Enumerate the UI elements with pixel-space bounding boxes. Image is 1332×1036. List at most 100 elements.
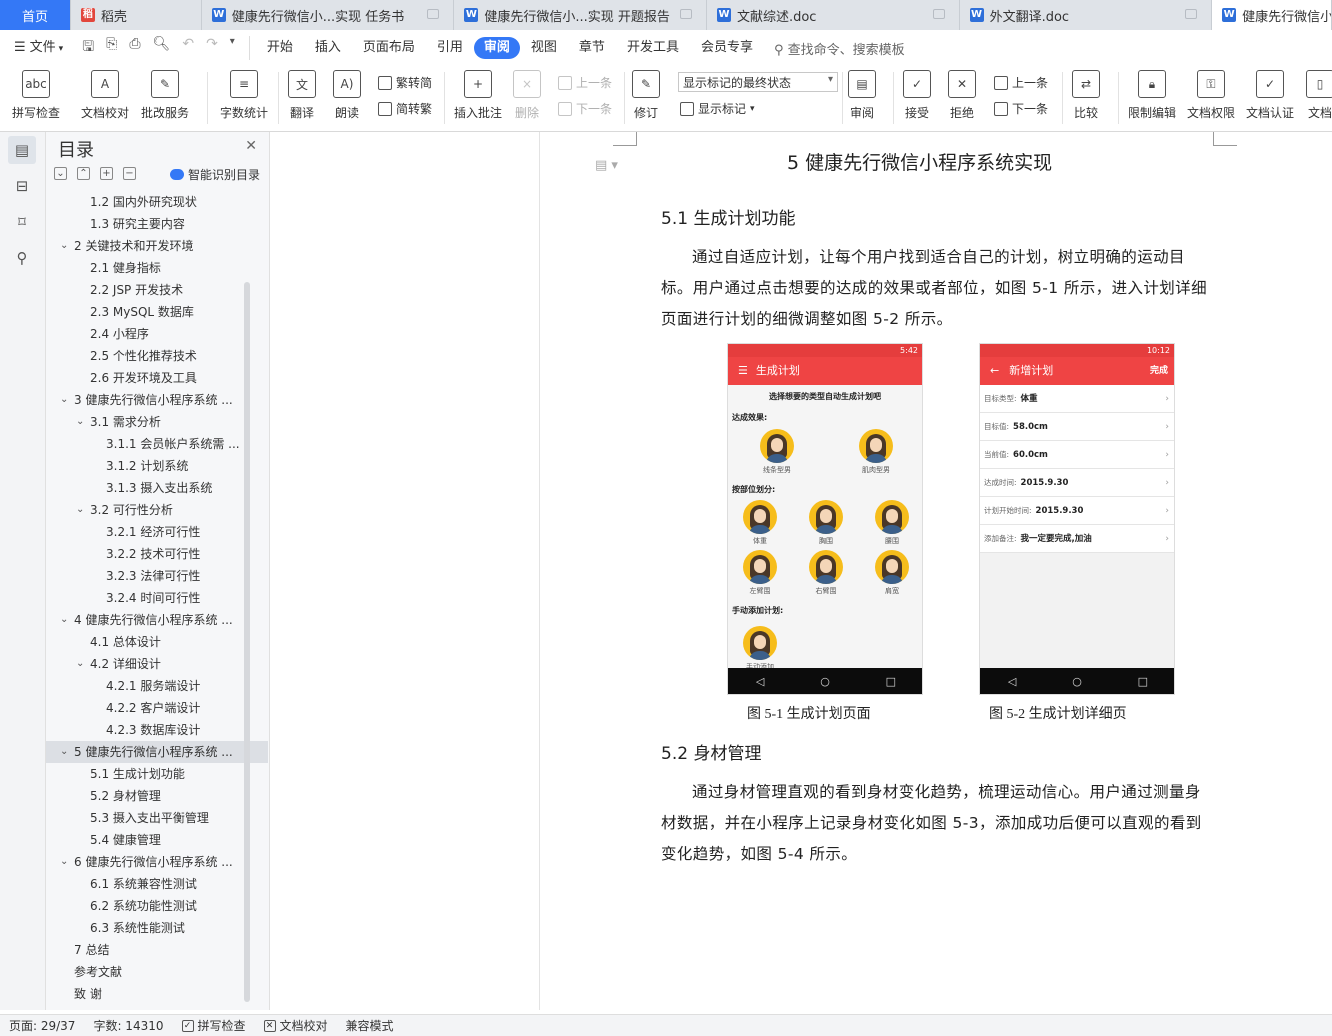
bookmark-icon[interactable]: ⌑: [8, 208, 36, 236]
document-canvas[interactable]: ▤ ▾ 5 健康先行微信小程序系统实现 5.1 生成计划功能 通过自适应计划，让…: [541, 132, 1332, 1010]
toc-item[interactable]: ⌄ 3.1 需求分析: [46, 411, 268, 433]
toc-item[interactable]: ⌄ 5 健康先行微信小程序系统 ...: [46, 741, 268, 763]
tab-doc-task[interactable]: W 健康先行微信小...实现 任务书: [202, 0, 455, 30]
toc-item[interactable]: ⌄ 4.2 详细设计: [46, 653, 268, 675]
markup-state-select[interactable]: 显示标记的最终状态: [678, 72, 838, 92]
remove-heading-icon[interactable]: −: [123, 167, 136, 180]
chevron-down-icon[interactable]: ⌄: [76, 499, 84, 521]
toc-item[interactable]: 6.3 系统性能测试: [46, 917, 268, 939]
toc-item[interactable]: 致 谢: [46, 983, 268, 1005]
compare-button[interactable]: ⇄ 比较: [1072, 70, 1100, 121]
track-changes-button[interactable]: ✎ 修订: [632, 70, 660, 121]
menu-references[interactable]: 引用: [426, 37, 474, 59]
word-count-indicator[interactable]: 字数: 14310: [84, 1017, 172, 1034]
toc-item[interactable]: 3.1.1 会员帐户系统需 ...: [46, 433, 268, 455]
collapse-all-icon[interactable]: ⌄: [54, 167, 67, 180]
export-icon[interactable]: ⎘: [106, 36, 117, 60]
toc-item[interactable]: 5.3 摄入支出平衡管理: [46, 807, 268, 829]
prev-comment-button[interactable]: 上一条: [558, 74, 612, 91]
toc-item[interactable]: 3.2.1 经济可行性: [46, 521, 268, 543]
prev-change-button[interactable]: 上一条: [994, 74, 1048, 91]
menu-view[interactable]: 视图: [520, 37, 568, 59]
toc-item[interactable]: ⌄ 6 健康先行微信小程序系统 ...: [46, 851, 268, 873]
menu-review[interactable]: 审阅: [473, 37, 520, 59]
simp-to-trad-button[interactable]: 简转繁: [378, 100, 432, 117]
toc-item[interactable]: 5.1 生成计划功能: [46, 763, 268, 785]
menu-chapter[interactable]: 章节: [568, 37, 616, 59]
toc-item[interactable]: ⌄ 3 健康先行微信小程序系统 ...: [46, 389, 268, 411]
delete-comment-button[interactable]: × 删除: [513, 70, 541, 121]
menu-member[interactable]: 会员专享: [690, 37, 764, 59]
next-comment-button[interactable]: 下一条: [558, 100, 612, 117]
menu-insert[interactable]: 插入: [304, 37, 352, 59]
chevron-down-icon[interactable]: ⌄: [60, 235, 68, 257]
toc-nav-icon[interactable]: ▤: [8, 136, 36, 164]
toc-item[interactable]: 4.2.1 服务端设计: [46, 675, 268, 697]
toc-item[interactable]: 3.2.2 技术可行性: [46, 543, 268, 565]
chevron-down-icon[interactable]: ⌄: [60, 851, 68, 873]
tab-doc-review[interactable]: W 文献综述.doc: [707, 0, 960, 30]
toc-item[interactable]: 2.5 个性化推荐技术: [46, 345, 268, 367]
chevron-down-icon[interactable]: ⌄: [60, 609, 68, 631]
toc-item[interactable]: 2.1 健身指标: [46, 257, 268, 279]
toc-item[interactable]: 5.4 健康管理: [46, 829, 268, 851]
toc-item[interactable]: 2.3 MySQL 数据库: [46, 301, 268, 323]
undo-icon[interactable]: ↶: [182, 36, 194, 60]
toc-item[interactable]: ⌄ 4 健康先行微信小程序系统 ...: [46, 609, 268, 631]
accept-button[interactable]: ✓ 接受: [903, 70, 931, 121]
search-icon[interactable]: ⚲: [8, 244, 36, 272]
redo-icon[interactable]: ↷: [206, 36, 218, 60]
chevron-down-icon[interactable]: ⌄: [60, 741, 68, 763]
spell-check-toggle[interactable]: ✓ 拼写检查: [173, 1017, 255, 1034]
toc-item[interactable]: 1.3 研究主要内容: [46, 213, 268, 235]
translate-button[interactable]: 文翻译: [288, 70, 316, 121]
proofread-toggle[interactable]: ✕ 文档校对: [255, 1017, 337, 1034]
toc-item[interactable]: 2.6 开发环境及工具: [46, 367, 268, 389]
tab-doc-translation[interactable]: W 外文翻译.doc: [960, 0, 1213, 30]
customize-icon[interactable]: ▾: [230, 36, 235, 60]
save-icon[interactable]: 🖫: [82, 36, 94, 60]
close-icon[interactable]: ✕: [245, 138, 257, 154]
tab-home[interactable]: 首页: [0, 0, 71, 30]
tab-window-icon[interactable]: [1185, 9, 1198, 19]
doc-permission-button[interactable]: ⚿ 文档权限: [1187, 70, 1235, 121]
command-search[interactable]: ⚲ 查找命令、搜索模板: [764, 39, 905, 58]
file-menu[interactable]: ☰ 文件 ▾: [0, 37, 74, 59]
toc-item[interactable]: 2.2 JSP 开发技术: [46, 279, 268, 301]
toc-scrollbar[interactable]: [244, 282, 250, 1002]
tab-window-icon[interactable]: [932, 9, 945, 19]
chevron-down-icon[interactable]: ⌄: [60, 389, 68, 411]
toc-item[interactable]: 4.2.3 数据库设计: [46, 719, 268, 741]
review-pane-button[interactable]: ▤ 审阅: [848, 70, 876, 121]
trad-to-simp-button[interactable]: 繁转简: [378, 74, 432, 91]
menu-start[interactable]: 开始: [256, 37, 304, 59]
doc-proofread-button[interactable]: A 文档校对: [81, 70, 129, 121]
toc-item[interactable]: 3.1.3 摄入支出系统: [46, 477, 268, 499]
insert-comment-button[interactable]: + 插入批注: [454, 70, 502, 121]
menu-page-layout[interactable]: 页面布局: [352, 37, 426, 59]
toc-item[interactable]: 7 总结: [46, 939, 268, 961]
spell-check-button[interactable]: abc 拼写检查: [12, 70, 60, 121]
doc-certify-button[interactable]: ✓ 文档认证: [1246, 70, 1294, 121]
toc-item[interactable]: 3.1.2 计划系统: [46, 455, 268, 477]
reject-button[interactable]: ✕ 拒绝: [948, 70, 976, 121]
annotation-service-button[interactable]: ✎ 批改服务: [141, 70, 189, 121]
toc-item[interactable]: 5.2 身材管理: [46, 785, 268, 807]
expand-all-icon[interactable]: ⌃: [77, 167, 90, 180]
next-change-button[interactable]: 下一条: [994, 100, 1048, 117]
toc-item[interactable]: 3.2.4 时间可行性: [46, 587, 268, 609]
paragraph-options-icon[interactable]: ▤ ▾: [595, 158, 618, 173]
tab-doc-active[interactable]: W 健康先行微信小: [1212, 0, 1332, 30]
tab-doc-proposal[interactable]: W 健康先行微信小...实现 开题报告: [454, 0, 707, 30]
toc-item[interactable]: ⌄ 3.2 可行性分析: [46, 499, 268, 521]
restrict-edit-button[interactable]: 🔒︎ 限制编辑: [1128, 70, 1176, 121]
toc-item[interactable]: 6.1 系统兼容性测试: [46, 873, 268, 895]
chevron-down-icon[interactable]: ⌄: [76, 411, 84, 433]
menu-developer[interactable]: 开发工具: [616, 37, 690, 59]
chevron-down-icon[interactable]: ⌄: [76, 653, 84, 675]
toc-item[interactable]: 1.2 国内外研究现状: [46, 191, 268, 213]
toc-item[interactable]: 3.2.3 法律可行性: [46, 565, 268, 587]
print-icon[interactable]: ⎙: [129, 36, 140, 60]
toc-item[interactable]: 4.2.2 客户端设计: [46, 697, 268, 719]
tab-window-icon[interactable]: [427, 9, 440, 19]
